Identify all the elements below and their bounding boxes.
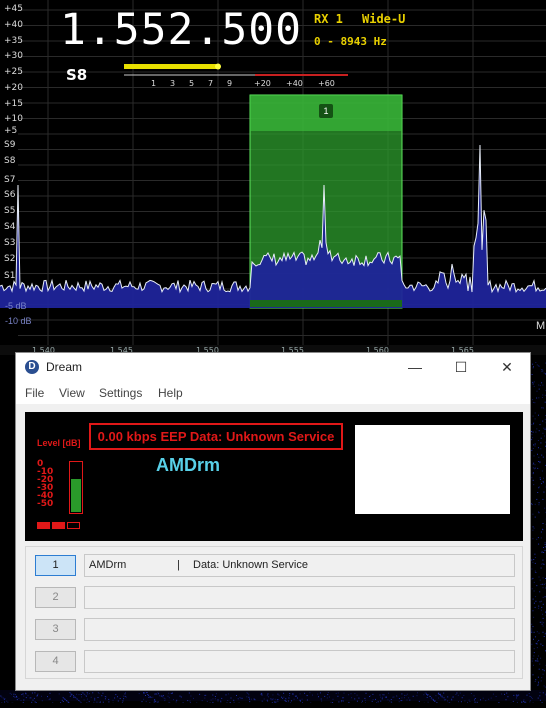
- waterfall-bottom: [0, 690, 546, 701]
- dream-window: D Dream — ☐ ✕ File View Settings Help Le…: [15, 352, 531, 691]
- minimize-button[interactable]: —: [392, 353, 438, 382]
- smeter-tick: +40: [286, 79, 303, 88]
- smeter-bar: [124, 64, 217, 69]
- service-4-button[interactable]: 4: [35, 651, 76, 672]
- close-button[interactable]: ✕: [484, 353, 530, 382]
- status-led-msc: [67, 522, 80, 529]
- service-list: 1 AMDrm | Data: Unknown Service 2 3 4: [25, 546, 523, 679]
- db-scale-label: S1: [4, 271, 15, 281]
- db-scale-label: +10: [4, 114, 23, 124]
- service-2-button[interactable]: 2: [35, 587, 76, 608]
- filter-bottom-bar: [250, 300, 402, 307]
- smeter-tick: 1: [151, 79, 156, 88]
- smeter-tick: 7: [208, 79, 213, 88]
- service-4-info: [84, 650, 515, 673]
- smeter-tick: 5: [189, 79, 194, 88]
- service-2-info: [84, 586, 515, 609]
- smeter-tick: +60: [318, 79, 335, 88]
- level-tick: -50: [37, 500, 53, 508]
- menu-file[interactable]: File: [25, 386, 44, 400]
- smeter-tick: 9: [227, 79, 232, 88]
- db-scale-label: S2: [4, 254, 15, 264]
- menu-view[interactable]: View: [59, 386, 85, 400]
- menu-settings[interactable]: Settings: [99, 386, 142, 400]
- db-scale-label: +45: [4, 4, 23, 14]
- dream-app-icon: D: [25, 360, 39, 374]
- service-3-button[interactable]: 3: [35, 619, 76, 640]
- mode-label[interactable]: Wide-U: [362, 12, 405, 26]
- level-meter: [69, 461, 83, 514]
- db-scale-label: +20: [4, 83, 23, 93]
- maximize-button[interactable]: ☐: [438, 353, 484, 382]
- axis-right-label: M: [536, 320, 545, 332]
- service-name: AMDrm: [89, 555, 126, 576]
- smeter-tick: 3: [170, 79, 175, 88]
- db-scale-label: S5: [4, 206, 15, 216]
- waterfall-right: [531, 362, 546, 701]
- service-status-text: 0.00 kbps EEP Data: Unknown Service: [89, 423, 343, 450]
- db-bottom-label: -10 dB: [5, 316, 32, 326]
- db-scale-label: +15: [4, 99, 23, 109]
- smeter-tick: +20: [254, 79, 271, 88]
- receiver-display: Level [dB] 0 -10 -20 -30 -40 -50 0.00 kb…: [25, 412, 523, 541]
- smeter-value: S8: [66, 66, 87, 84]
- service-1-button[interactable]: 1: [35, 555, 76, 576]
- db-scale-label: +30: [4, 51, 23, 61]
- vfo-marker[interactable]: 1: [319, 104, 333, 118]
- smeter-peak: [215, 64, 221, 70]
- db-scale-label: +40: [4, 20, 23, 30]
- level-meter-fill: [71, 479, 81, 512]
- title-bar[interactable]: D Dream — ☐ ✕: [16, 353, 530, 382]
- db-scale-label: S8: [4, 156, 15, 166]
- status-led-time: [52, 522, 65, 529]
- status-led-io: [37, 522, 50, 529]
- service-1-info: AMDrm | Data: Unknown Service: [84, 554, 515, 577]
- service-separator: |: [177, 555, 180, 576]
- service-data: Data: Unknown Service: [193, 555, 308, 576]
- level-label: Level [dB]: [37, 438, 81, 448]
- frequency-display[interactable]: 1.552.500: [60, 6, 302, 54]
- window-title: Dream: [46, 360, 82, 374]
- db-scale-label: +35: [4, 36, 23, 46]
- db-bottom-label: -5 dB: [5, 301, 27, 311]
- service-3-info: [84, 618, 515, 641]
- db-scale-label: S7: [4, 175, 15, 185]
- menu-help[interactable]: Help: [158, 386, 183, 400]
- menu-bar: File View Settings Help: [16, 382, 530, 404]
- service-logo-area: [355, 425, 510, 514]
- db-scale-label: S6: [4, 190, 15, 200]
- db-scale-label: S4: [4, 222, 15, 232]
- db-scale-label: +5: [4, 126, 17, 136]
- bandwidth-label: 0 - 8943 Hz: [314, 35, 387, 48]
- rx-label[interactable]: RX 1: [314, 12, 343, 26]
- db-scale-label: S3: [4, 238, 15, 248]
- db-scale-label: S9: [4, 140, 15, 150]
- db-scale-label: +25: [4, 67, 23, 77]
- service-label: AMDrm: [156, 455, 220, 476]
